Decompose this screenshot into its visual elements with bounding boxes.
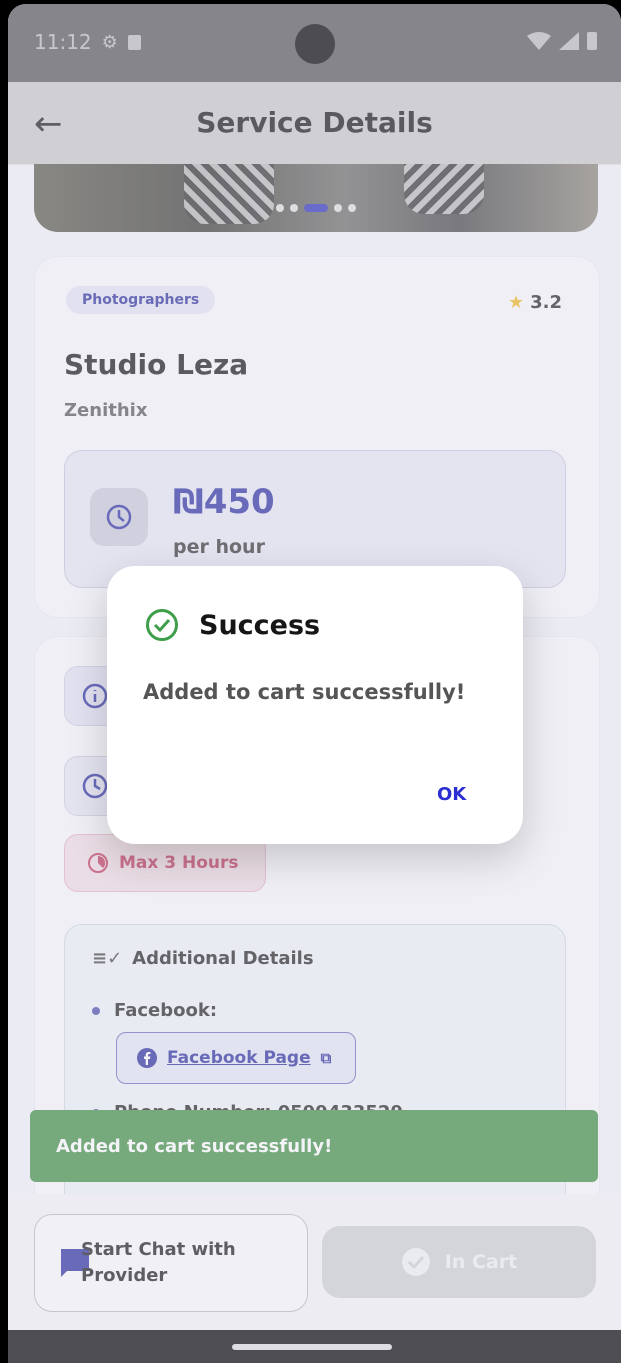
check-circle-icon bbox=[146, 609, 178, 641]
dialog-message: Added to cart successfully! bbox=[143, 680, 466, 704]
modal-scrim-top bbox=[8, 4, 621, 164]
dialog-ok-button[interactable]: OK bbox=[437, 784, 466, 805]
success-dialog: Success Added to cart successfully! OK bbox=[107, 566, 523, 844]
dialog-title: Success bbox=[199, 609, 321, 641]
screen: 11:12 ⚙ ← Service Details Photographers … bbox=[8, 4, 621, 1363]
dialog-title-row: Success bbox=[145, 608, 320, 642]
